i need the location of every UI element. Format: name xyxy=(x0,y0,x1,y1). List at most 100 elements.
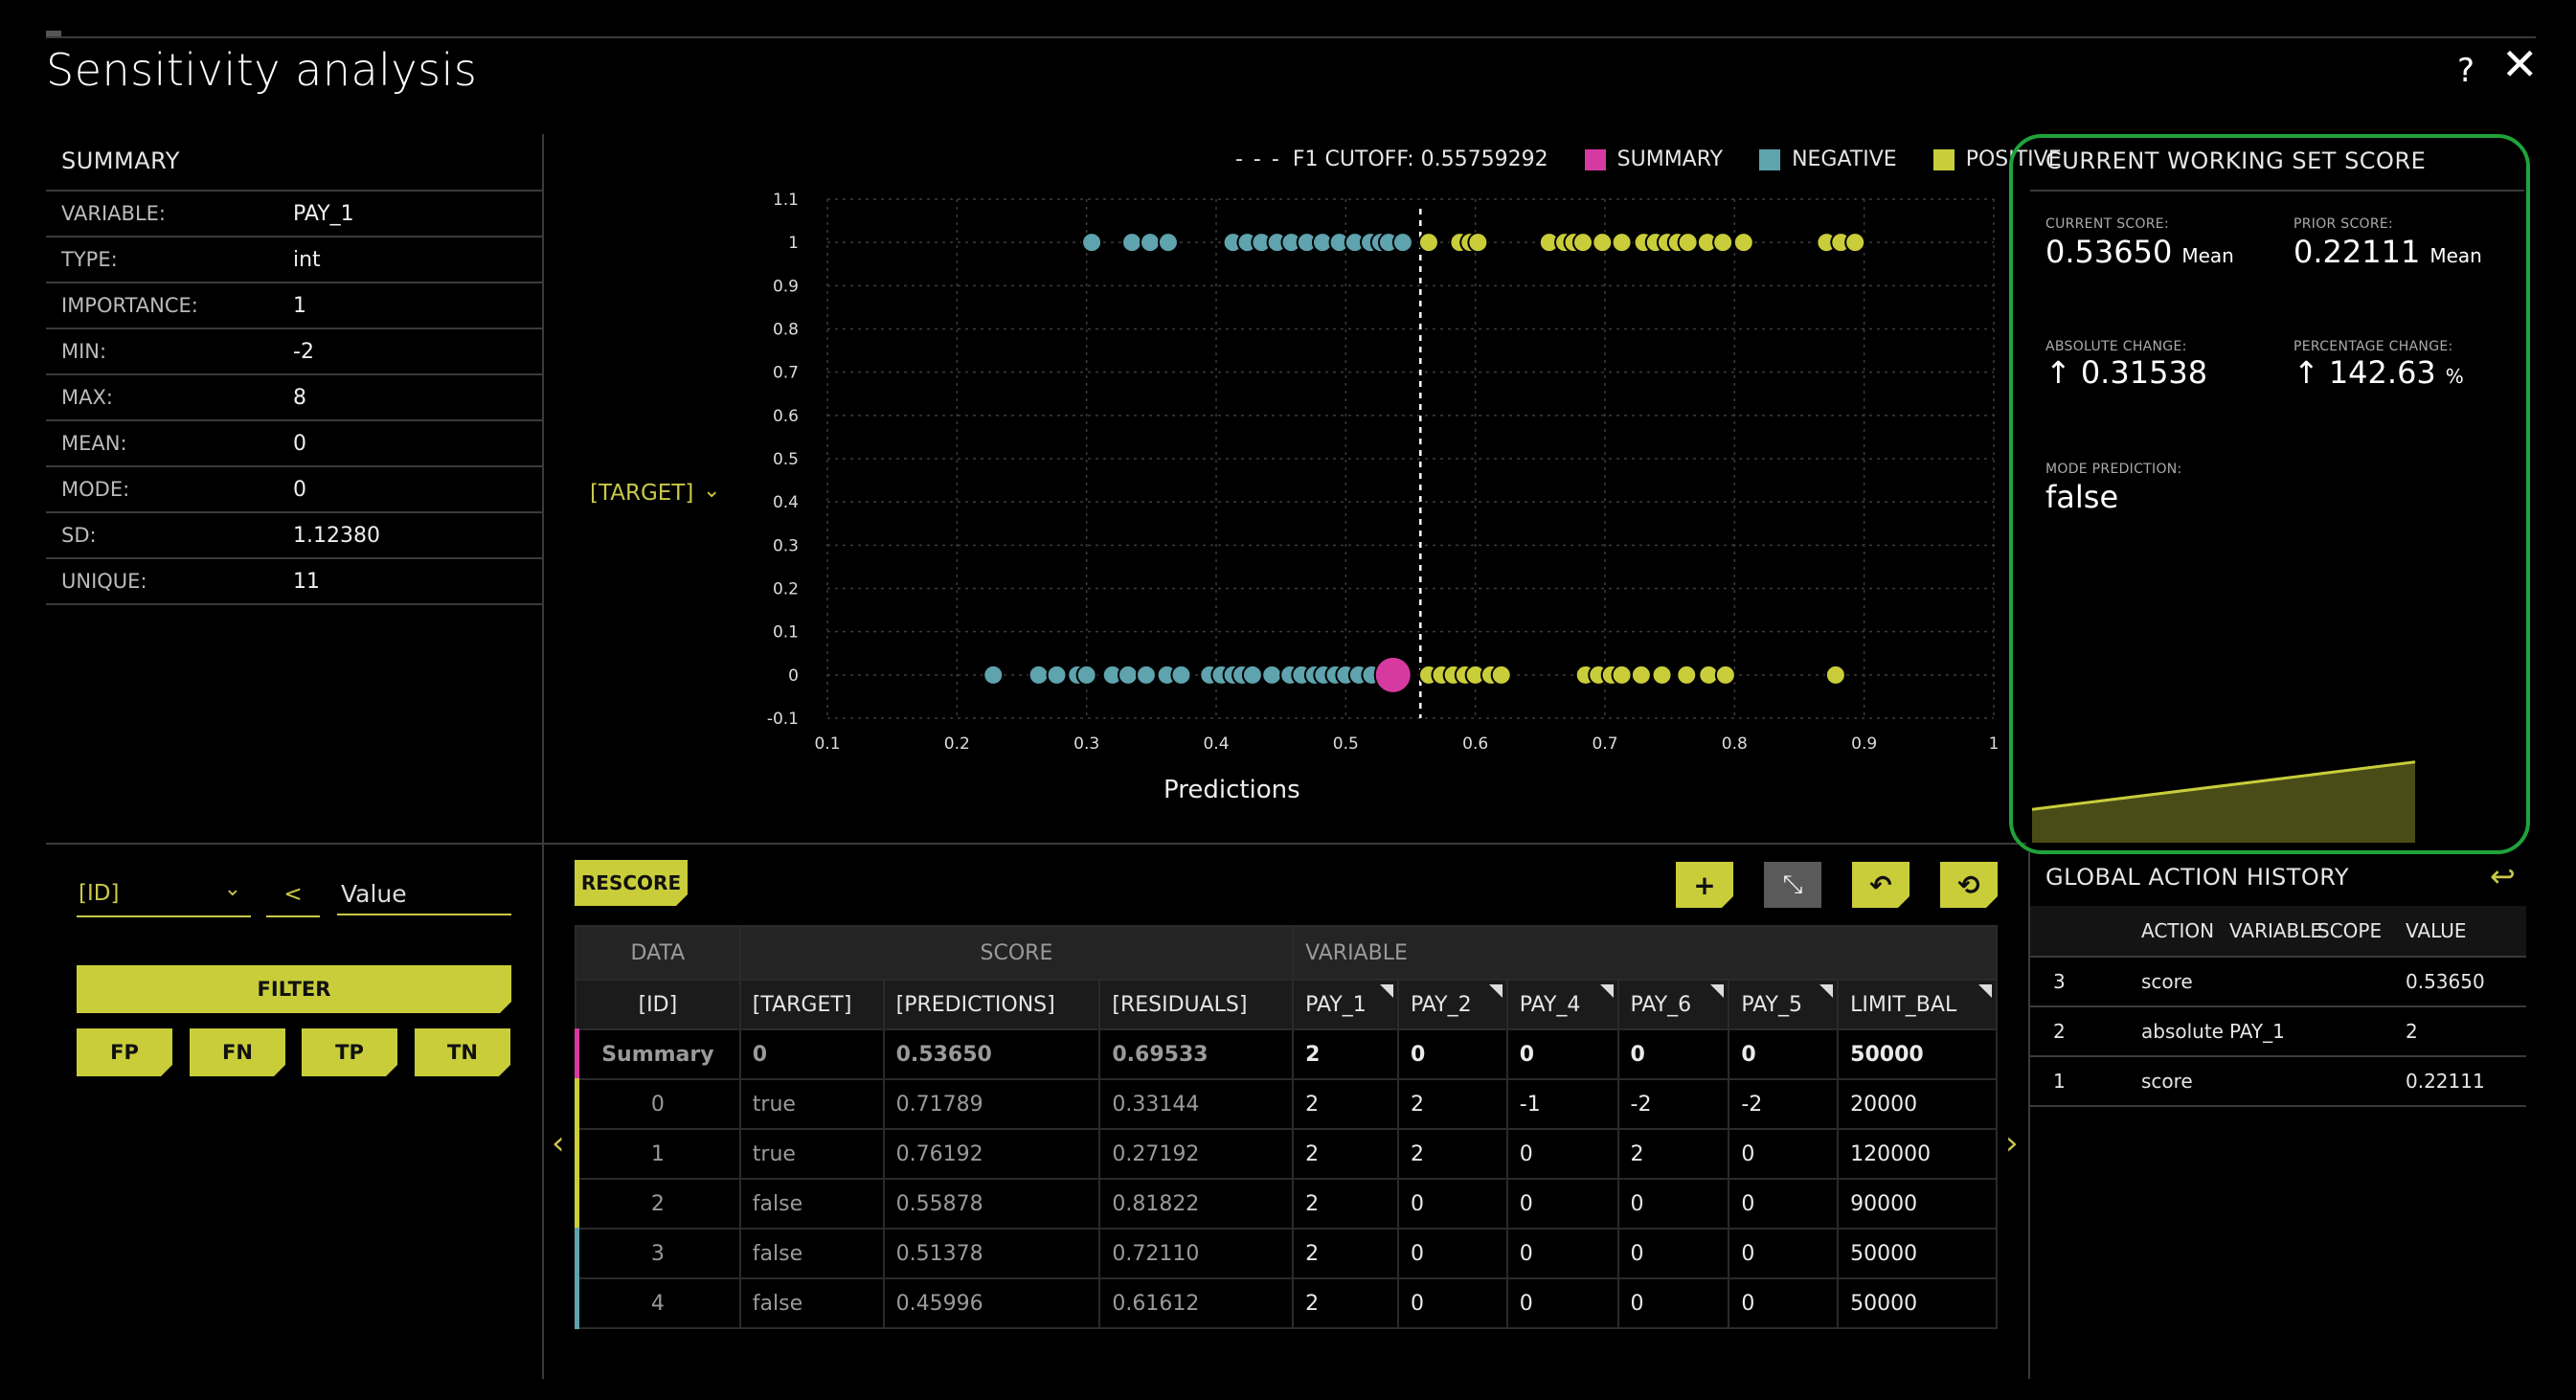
x-tick-label: 0.4 xyxy=(1203,734,1229,754)
cell-pay6[interactable]: 0 xyxy=(1616,1277,1730,1329)
cell-pay2[interactable]: 0 xyxy=(1396,1228,1508,1279)
table-row[interactable]: 2 false 0.55878 0.81822 2 0 0 0 0 90000 xyxy=(575,1178,1998,1230)
filter-button[interactable]: FILTER xyxy=(77,965,511,1013)
y-tick-label: 0.7 xyxy=(773,364,799,383)
cell-pay1[interactable]: 2 xyxy=(1292,1128,1399,1180)
table-column-header: [ID] [TARGET] [PREDICTIONS] [RESIDUALS] … xyxy=(575,979,1998,1030)
cell-pay6[interactable]: 0 xyxy=(1616,1178,1730,1230)
cell-pay4[interactable]: 0 xyxy=(1505,1028,1619,1080)
filter-column-value: [ID] xyxy=(79,881,120,906)
cell-pay4[interactable]: 0 xyxy=(1505,1277,1619,1329)
history-row[interactable]: 2 absolute PAY_1 2 xyxy=(2030,1007,2526,1057)
positive-point xyxy=(1467,232,1489,254)
undo-arrow-icon[interactable]: ↩ xyxy=(2490,858,2516,894)
col-pay5[interactable]: PAY_5 xyxy=(1728,979,1840,1030)
summary-key: MODE: xyxy=(61,478,130,501)
summary-value: int xyxy=(293,247,321,272)
chevron-down-icon[interactable]: ⌄ xyxy=(703,479,720,503)
history-icon[interactable]: ⟲ xyxy=(1940,862,1998,908)
cell-limit-bal[interactable]: 90000 xyxy=(1837,1178,1998,1230)
legend-summary[interactable]: SUMMARY xyxy=(1584,147,1723,171)
filter-operator-select[interactable]: < xyxy=(266,873,320,917)
cell-pay4[interactable]: 0 xyxy=(1505,1228,1619,1279)
col-id[interactable]: [ID] xyxy=(575,979,741,1030)
tn-button[interactable]: TN xyxy=(415,1028,510,1076)
cell-pay1[interactable]: 2 xyxy=(1292,1178,1399,1230)
cell-pay2[interactable]: 0 xyxy=(1396,1028,1508,1080)
table-row[interactable]: 0 true 0.71789 0.33144 2 2 -1 -2 -2 2000… xyxy=(575,1078,1998,1130)
row-indicator xyxy=(575,1228,579,1279)
cell-pay2[interactable]: 2 xyxy=(1396,1078,1508,1130)
cell-pay5[interactable]: 0 xyxy=(1728,1128,1840,1180)
add-icon[interactable]: + xyxy=(1676,862,1733,908)
col-target[interactable]: [TARGET] xyxy=(738,979,885,1030)
cell-pay1[interactable]: 2 xyxy=(1292,1228,1399,1279)
col-pay2[interactable]: PAY_2 xyxy=(1396,979,1508,1030)
cell-pay2[interactable]: 2 xyxy=(1396,1128,1508,1180)
cell-pay5[interactable]: 0 xyxy=(1728,1178,1840,1230)
absolute-change-label: ABSOLUTE CHANGE: xyxy=(2045,339,2187,354)
cell-limit-bal[interactable]: 20000 xyxy=(1837,1078,1998,1130)
rescore-button[interactable]: RESCORE xyxy=(575,860,688,906)
fp-button[interactable]: FP xyxy=(77,1028,172,1076)
legend-negative[interactable]: NEGATIVE xyxy=(1759,147,1897,171)
undo-icon[interactable]: ↶ xyxy=(1852,862,1909,908)
filter-column-select[interactable]: [ID] ⌄ xyxy=(77,873,251,917)
filter-value-input[interactable] xyxy=(337,873,511,915)
cell-limit-bal[interactable]: 50000 xyxy=(1837,1277,1998,1329)
history-row[interactable]: 3 score 0.53650 xyxy=(2030,958,2526,1007)
help-button[interactable]: ? xyxy=(2457,52,2474,90)
cell-residuals: 0.72110 xyxy=(1098,1228,1295,1279)
col-limit-bal[interactable]: LIMIT_BAL xyxy=(1837,979,1998,1030)
x-tick-label: 1 xyxy=(1989,734,2000,754)
table-row[interactable]: 1 true 0.76192 0.27192 2 2 0 2 0 120000 xyxy=(575,1128,1998,1180)
y-axis-selector[interactable]: [TARGET] xyxy=(590,481,693,506)
prior-score-unit: Mean xyxy=(2429,244,2482,267)
cell-pay6[interactable]: 0 xyxy=(1616,1028,1730,1080)
cell-limit-bal[interactable]: 120000 xyxy=(1837,1128,1998,1180)
cell-pay5[interactable]: 0 xyxy=(1728,1028,1840,1080)
col-predictions[interactable]: [PREDICTIONS] xyxy=(882,979,1101,1030)
tp-button[interactable]: TP xyxy=(302,1028,397,1076)
table-row[interactable]: 4 false 0.45996 0.61612 2 0 0 0 0 50000 xyxy=(575,1277,1998,1329)
scroll-right-icon[interactable]: › xyxy=(2005,1124,2019,1163)
cell-pay5[interactable]: -2 xyxy=(1728,1078,1840,1130)
close-button[interactable]: ✕ xyxy=(2501,42,2539,86)
col-residuals[interactable]: [RESIDUALS] xyxy=(1098,979,1295,1030)
cell-pay4[interactable]: 0 xyxy=(1505,1128,1619,1180)
col-pay1[interactable]: PAY_1 xyxy=(1292,979,1399,1030)
col-pay6[interactable]: PAY_6 xyxy=(1616,979,1730,1030)
cell-pay2[interactable]: 0 xyxy=(1396,1178,1508,1230)
cell-pay5[interactable]: 0 xyxy=(1728,1228,1840,1279)
history-row[interactable]: 1 score 0.22111 xyxy=(2030,1057,2526,1107)
cell-pay5[interactable]: 0 xyxy=(1728,1277,1840,1329)
positive-point xyxy=(1714,664,1736,686)
x-tick-label: 0.8 xyxy=(1722,734,1748,754)
table-row[interactable]: 3 false 0.51378 0.72110 2 0 0 0 0 50000 xyxy=(575,1228,1998,1279)
summary-key: MEAN: xyxy=(61,432,127,455)
history-action: score xyxy=(2141,1070,2193,1093)
col-pay4[interactable]: PAY_4 xyxy=(1505,979,1619,1030)
cell-pay1[interactable]: 2 xyxy=(1292,1277,1399,1329)
chart-legend: - - - F1 CUTOFF: 0.55759292 SUMMARY NEGA… xyxy=(1235,147,2062,171)
cell-limit-bal[interactable]: 50000 xyxy=(1837,1028,1998,1080)
cell-pay6[interactable]: 0 xyxy=(1616,1228,1730,1279)
cell-pay6[interactable]: -2 xyxy=(1616,1078,1730,1130)
cell-pay2[interactable]: 0 xyxy=(1396,1277,1508,1329)
cell-limit-bal[interactable]: 50000 xyxy=(1837,1228,1998,1279)
cell-pay4[interactable]: -1 xyxy=(1505,1078,1619,1130)
cell-pay6[interactable]: 2 xyxy=(1616,1128,1730,1180)
cell-pay4[interactable]: 0 xyxy=(1505,1178,1619,1230)
scroll-left-icon[interactable]: ‹ xyxy=(552,1124,565,1163)
cell-predictions: 0.71789 xyxy=(882,1078,1101,1130)
collapse-icon[interactable]: ⤡ xyxy=(1764,862,1821,908)
cell-id: 3 xyxy=(575,1228,741,1279)
summary-key: MIN: xyxy=(61,340,107,363)
fn-button[interactable]: FN xyxy=(190,1028,285,1076)
table-row-summary[interactable]: Summary 0 0.53650 0.69533 2 0 0 0 0 5000… xyxy=(575,1028,1998,1080)
history-value: 0.53650 xyxy=(2406,970,2485,993)
cell-pay1[interactable]: 2 xyxy=(1292,1028,1399,1080)
history-header: ACTION VARIABLE SCOPE VALUE xyxy=(2030,906,2526,958)
cell-pay1[interactable]: 2 xyxy=(1292,1078,1399,1130)
y-tick-label: 0.4 xyxy=(773,493,799,512)
